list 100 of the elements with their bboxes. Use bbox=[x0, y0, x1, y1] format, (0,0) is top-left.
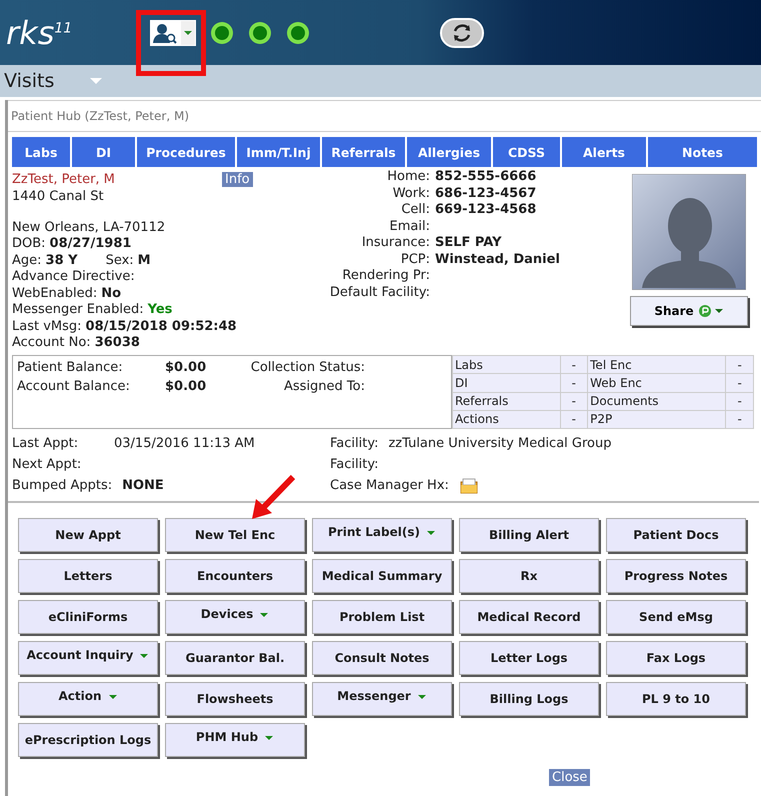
field-value: SELF PAY bbox=[435, 235, 502, 252]
caret-icon bbox=[264, 735, 274, 741]
action-button[interactable]: Medical Summary bbox=[312, 559, 452, 593]
appointment-label: Case Manager Hx: bbox=[330, 477, 449, 495]
caret-icon bbox=[426, 530, 436, 536]
tab[interactable]: Procedures bbox=[137, 137, 237, 167]
folder-icon[interactable] bbox=[458, 476, 479, 494]
action-button[interactable]: Medical Record bbox=[459, 600, 599, 634]
action-button[interactable]: Fax Logs bbox=[606, 641, 746, 675]
tab[interactable]: CDSS bbox=[493, 137, 562, 167]
patient-lookup-button[interactable] bbox=[150, 20, 196, 46]
status-label: Collection Status: bbox=[250, 360, 365, 377]
action-button[interactable]: Patient Docs bbox=[606, 518, 746, 552]
refresh-button[interactable] bbox=[440, 16, 484, 48]
field-value: 852-555-6666 bbox=[435, 169, 536, 186]
action-button[interactable]: New Appt bbox=[18, 518, 158, 552]
p-badge-icon bbox=[698, 304, 724, 318]
tab[interactable]: DI bbox=[72, 137, 137, 167]
balance-label: Account Balance: bbox=[17, 379, 131, 396]
caret-icon bbox=[108, 694, 118, 700]
balance-value: $0.00 bbox=[165, 379, 208, 396]
caret-icon bbox=[416, 694, 427, 700]
action-button[interactable]: PL 9 to 10 bbox=[606, 682, 746, 716]
action-button[interactable]: Action bbox=[18, 682, 158, 716]
action-button[interactable]: Send eMsg bbox=[606, 600, 746, 634]
action-button[interactable]: Devices bbox=[165, 600, 305, 634]
field-value: 36038 bbox=[94, 335, 140, 350]
field-value: 686-123-4567 bbox=[435, 186, 536, 202]
tab[interactable]: Alerts bbox=[562, 137, 648, 167]
field-value: Winstead, Daniel bbox=[435, 252, 560, 268]
highlight-frame bbox=[136, 10, 206, 76]
balance-label: Patient Balance: bbox=[17, 360, 124, 377]
action-button[interactable]: Encounters bbox=[165, 559, 305, 593]
field-label: Messenger Enabled: bbox=[12, 302, 144, 317]
info-button[interactable]: Info bbox=[222, 172, 253, 186]
field-label: Rendering Pr: bbox=[341, 268, 430, 284]
field-label: Work: bbox=[392, 186, 430, 202]
field-value: M bbox=[138, 252, 151, 268]
field-label: PCP: bbox=[400, 252, 430, 268]
action-button[interactable]: Billing Alert bbox=[459, 518, 599, 552]
field-value: 38 Y bbox=[46, 252, 78, 268]
action-button[interactable]: Consult Notes bbox=[312, 641, 452, 675]
appointment-label: Facility: bbox=[330, 456, 378, 474]
tab[interactable]: Referrals bbox=[322, 137, 407, 167]
close-button[interactable]: Close bbox=[549, 769, 590, 786]
tab[interactable]: Labs bbox=[12, 137, 72, 167]
address-line: New Orleans, LA-70112 bbox=[12, 220, 166, 236]
caret-icon bbox=[181, 20, 195, 44]
status-label: Assigned To: bbox=[283, 379, 365, 396]
action-button[interactable]: Rx bbox=[459, 559, 599, 593]
logo-text: rks$^{11}$ bbox=[6, 14, 74, 52]
table-cell: DI bbox=[452, 374, 560, 392]
field-value: 08/15/2018 09:52:48 bbox=[86, 318, 237, 334]
field-label: Email: bbox=[388, 218, 430, 235]
field-label: Sex: bbox=[106, 252, 134, 268]
table-cell: - bbox=[560, 374, 588, 392]
tab[interactable]: Imm/T.Inj bbox=[237, 137, 322, 167]
action-button[interactable]: PHM Hub bbox=[165, 723, 305, 757]
address-line: 1440 Canal St bbox=[12, 189, 105, 206]
table-cell: Labs bbox=[452, 356, 560, 374]
caret-icon bbox=[139, 653, 150, 659]
table-cell: - bbox=[560, 356, 588, 374]
action-button[interactable]: Letters bbox=[18, 559, 158, 593]
action-button[interactable]: Billing Logs bbox=[459, 682, 599, 716]
action-button[interactable]: ePrescription Logs bbox=[18, 723, 158, 757]
action-button[interactable]: Problem List bbox=[312, 600, 452, 634]
action-button[interactable]: New Tel Enc bbox=[165, 518, 305, 552]
table-cell: - bbox=[726, 392, 754, 410]
action-button[interactable]: Letter Logs bbox=[459, 641, 599, 675]
field-label: Age: bbox=[12, 252, 42, 268]
action-button[interactable]: Guarantor Bal. bbox=[165, 641, 305, 675]
field-value: No bbox=[101, 286, 122, 300]
field-value: 669-123-4568 bbox=[435, 202, 536, 218]
tab[interactable]: Allergies bbox=[407, 137, 493, 167]
field-label: Account No: bbox=[12, 335, 91, 350]
field-label: WebEnabled: bbox=[12, 286, 98, 300]
action-button[interactable]: Print Label(s) bbox=[312, 518, 452, 552]
field-label: Home: bbox=[386, 169, 430, 186]
action-button[interactable]: eCliniForms bbox=[18, 600, 158, 634]
table-cell: Web Enc bbox=[588, 374, 726, 392]
field-value: 08/27/1981 bbox=[50, 236, 132, 251]
tab[interactable]: Notes bbox=[648, 137, 759, 167]
table-cell: - bbox=[560, 410, 588, 428]
appointment-value: NONE bbox=[122, 477, 164, 495]
caret-icon bbox=[259, 612, 270, 618]
action-button[interactable]: Progress Notes bbox=[606, 559, 746, 593]
action-button[interactable]: Messenger bbox=[312, 682, 452, 716]
field-value: Yes bbox=[148, 302, 172, 317]
field-label: DOB: bbox=[12, 236, 46, 251]
share-button[interactable]: Share bbox=[630, 296, 748, 326]
table-cell: - bbox=[726, 356, 754, 374]
visits-menu[interactable]: Visits bbox=[4, 70, 54, 92]
status-light-icon bbox=[286, 20, 310, 44]
table-cell: Tel Enc bbox=[588, 356, 726, 374]
action-button[interactable]: Account Inquiry bbox=[18, 641, 158, 675]
table-cell: - bbox=[726, 410, 754, 428]
table-cell: Referrals bbox=[452, 392, 560, 410]
field-label: Cell: bbox=[400, 202, 430, 218]
action-button[interactable]: Flowsheets bbox=[165, 682, 305, 716]
field-label: Insurance: bbox=[360, 235, 430, 252]
